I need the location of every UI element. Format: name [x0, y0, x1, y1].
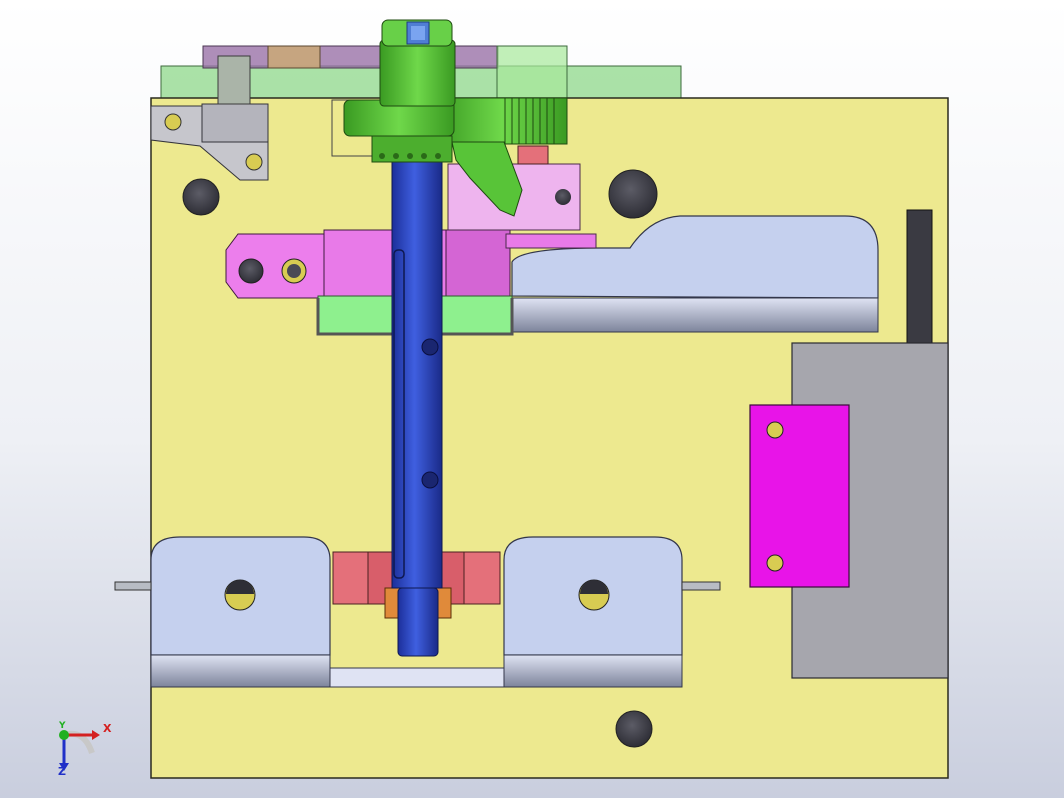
- magenta-plate-bolt-bottom[interactable]: [766, 554, 784, 572]
- rose-block-top: [517, 145, 549, 165]
- cad-graphics-viewport[interactable]: X Y Z: [0, 0, 1064, 798]
- plate-hole-bottom[interactable]: [615, 710, 653, 748]
- pink-slider-hole[interactable]: [238, 258, 264, 284]
- guide-post: [217, 55, 251, 105]
- top-plate-tan: [267, 45, 321, 69]
- pink-block-hole[interactable]: [555, 189, 571, 205]
- mold-assembly-model[interactable]: [0, 0, 1064, 798]
- triad-z-label: Z: [58, 765, 66, 778]
- triad-y-axis: [59, 730, 69, 740]
- return-pin[interactable]: [906, 209, 933, 344]
- right-core-slider-heel: [511, 297, 879, 333]
- core-shaft-tip: [397, 587, 439, 657]
- core-shaft[interactable]: [391, 149, 443, 589]
- lower-right-slider-heel: [503, 654, 683, 688]
- plate-hole-upper-right[interactable]: [608, 169, 658, 219]
- shaft-hole-upper: [421, 338, 439, 356]
- green-part-window-inner: [411, 26, 425, 40]
- right-guide-pin[interactable]: [681, 581, 721, 591]
- magenta-plate-bolt-top[interactable]: [766, 421, 784, 439]
- triad-x-label: X: [103, 722, 112, 735]
- bracket-bolt-right[interactable]: [245, 153, 263, 171]
- shaft-hole-lower: [421, 471, 439, 489]
- left-guide-pin[interactable]: [114, 581, 152, 591]
- triad-x-arrow: [92, 730, 100, 740]
- pink-strip: [505, 233, 597, 249]
- bracket-bolt-left[interactable]: [164, 113, 182, 131]
- top-plate-green-right: [496, 45, 568, 99]
- triad-y-label: Y: [59, 721, 66, 731]
- plate-hole-upper-left[interactable]: [182, 178, 220, 216]
- lower-left-slider-heel: [150, 654, 331, 688]
- bracket-block: [201, 103, 269, 143]
- green-part-neck[interactable]: [379, 39, 456, 107]
- pink-slider-bolt-socket: [287, 264, 301, 278]
- lower-center-plate: [329, 667, 505, 688]
- magenta-wear-plate[interactable]: [749, 404, 850, 588]
- pink-slider-head: [445, 229, 511, 299]
